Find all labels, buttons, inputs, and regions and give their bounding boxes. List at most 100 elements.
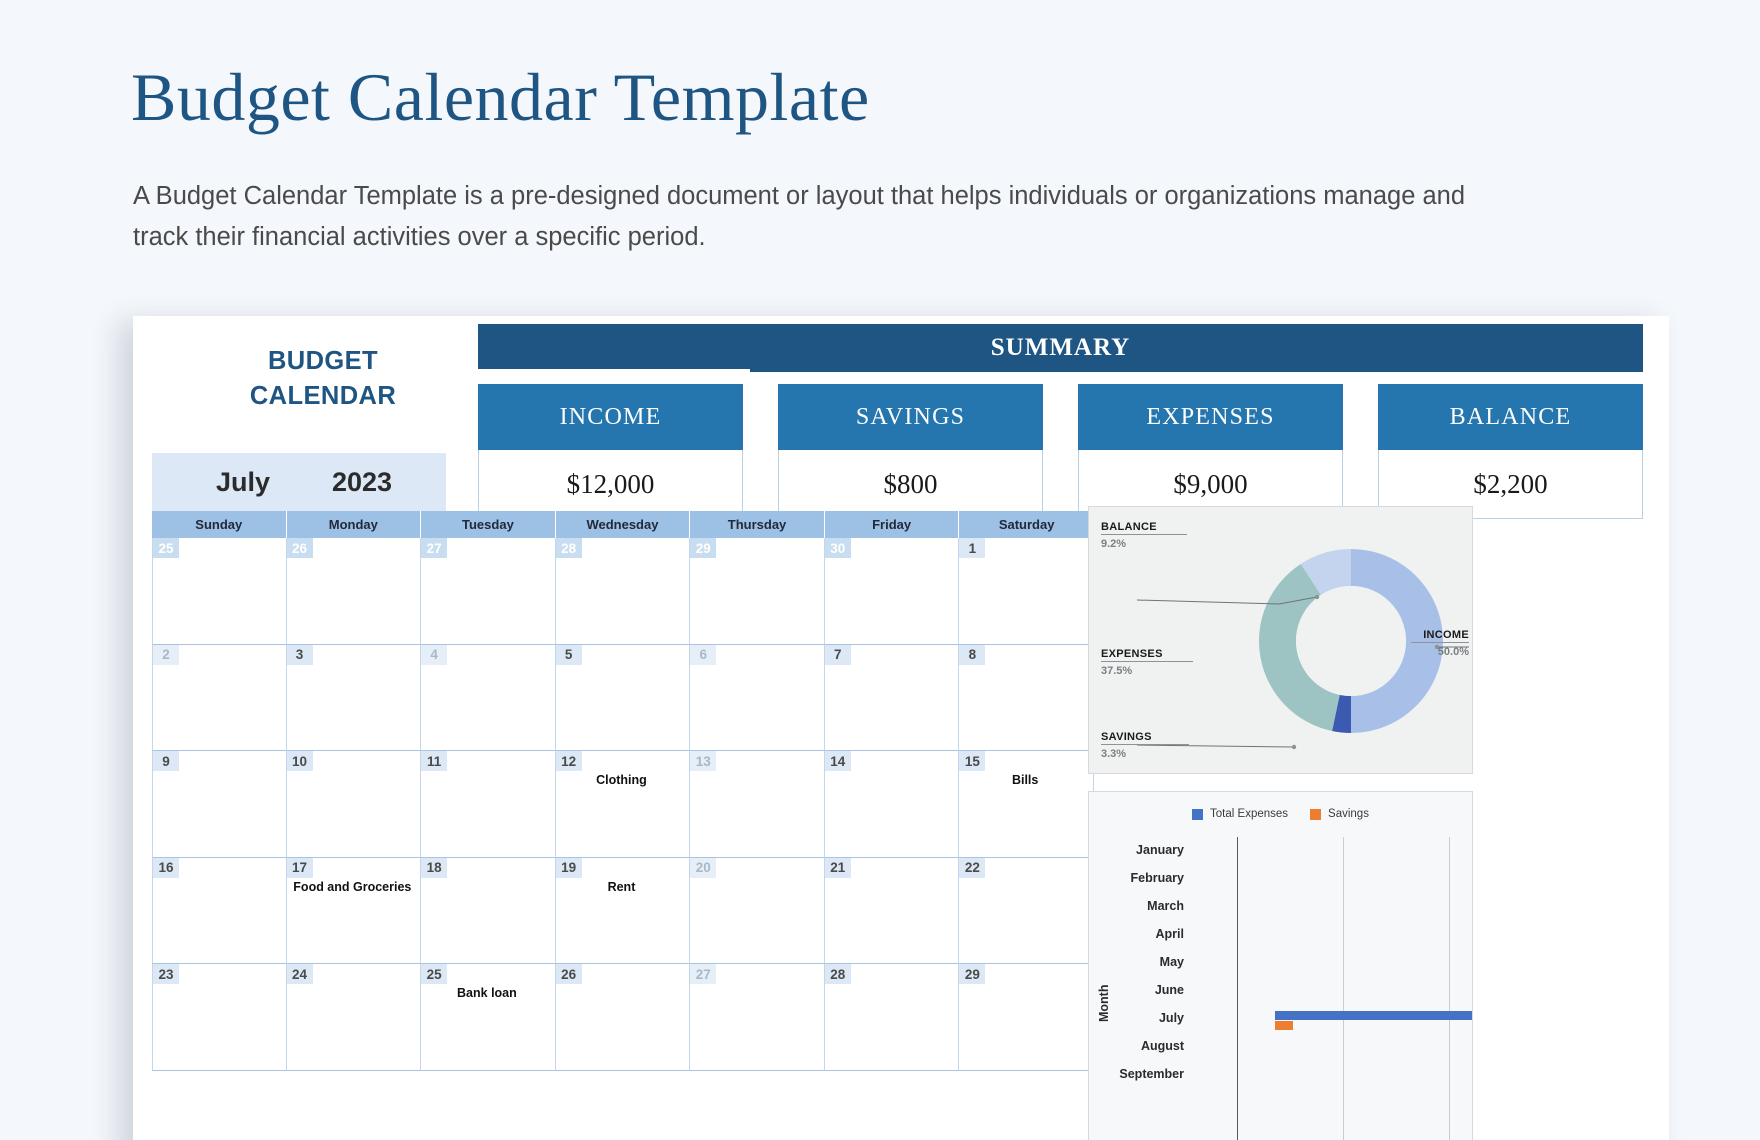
weekday-header-friday: Friday bbox=[824, 511, 960, 538]
calendar-day-cell[interactable]: 28 bbox=[555, 538, 691, 645]
calendar-day-number: 25 bbox=[153, 538, 179, 558]
weekday-header-row: Sunday Monday Tuesday Wednesday Thursday Frid… bbox=[152, 511, 1094, 538]
calendar-day-number: 24 bbox=[286, 964, 313, 984]
calendar-day-cell[interactable]: 8 bbox=[959, 644, 1094, 751]
calendar-day-number: 29 bbox=[690, 538, 717, 558]
weekday-header-monday: Monday bbox=[286, 511, 422, 538]
donut-label-expenses-rule bbox=[1101, 661, 1193, 662]
calendar-day-number: 19 bbox=[555, 857, 582, 878]
summary-card-label: EXPENSES bbox=[1078, 384, 1343, 450]
calendar-day-cell[interactable]: 20 bbox=[690, 857, 825, 964]
calendar-day-number: 10 bbox=[286, 751, 313, 771]
calendar-grid: Sunday Monday Tuesday Wednesday Thursday Frid… bbox=[152, 511, 1094, 1071]
calendar-day-number: 11 bbox=[421, 751, 448, 771]
calendar-day-cell[interactable]: 11 bbox=[421, 751, 556, 858]
calendar-day-cell[interactable]: 2 bbox=[152, 644, 287, 751]
calendar-day-cell[interactable]: 27 bbox=[421, 538, 556, 645]
calendar-day-cell[interactable]: 22 bbox=[959, 857, 1094, 964]
calendar-day-cell[interactable]: 13 bbox=[690, 751, 825, 858]
calendar-day-cell[interactable]: 26 bbox=[286, 538, 422, 645]
calendar-day-cell[interactable]: 25 bbox=[152, 538, 287, 645]
donut-label-expenses: EXPENSES 37.5% bbox=[1101, 648, 1193, 677]
calendar-day-number: 29 bbox=[959, 964, 986, 984]
bar-category-label: June bbox=[1154, 983, 1184, 997]
calendar-day-cell[interactable]: 21 bbox=[824, 857, 960, 964]
weekday-header-saturday: Saturday bbox=[959, 511, 1094, 538]
calendar-day-number: 23 bbox=[153, 964, 179, 984]
calendar-day-cell[interactable]: 14 bbox=[824, 751, 960, 858]
calendar-day-cell[interactable]: 24 bbox=[286, 964, 422, 1071]
brand-block: BUDGET CALENDAR bbox=[173, 344, 473, 414]
calendar-day-cell[interactable]: 16 bbox=[152, 857, 287, 964]
calendar-day-cell[interactable]: 5 bbox=[555, 644, 691, 751]
calendar-day-event[interactable]: Clothing bbox=[556, 773, 688, 787]
calendar-day-cell[interactable]: 26 bbox=[555, 964, 691, 1071]
donut-label-income-rule bbox=[1411, 642, 1469, 643]
calendar-day-cell[interactable]: 3 bbox=[286, 644, 422, 751]
calendar-day-cell[interactable]: 6 bbox=[690, 644, 825, 751]
calendar-day-cell[interactable]: 25 Bank loan bbox=[421, 964, 556, 1071]
summary-card-label: INCOME bbox=[478, 384, 743, 450]
month-header[interactable]: July 2023 bbox=[152, 453, 446, 511]
calendar-day-cell[interactable]: 28 bbox=[824, 964, 960, 1071]
calendar-day-number: 7 bbox=[824, 644, 851, 665]
summary-card-value[interactable]: $12,000 bbox=[478, 450, 743, 519]
calendar-day-number: 26 bbox=[555, 964, 582, 984]
summary-card-label: BALANCE bbox=[1378, 384, 1643, 450]
year-label: 2023 bbox=[332, 466, 393, 497]
page-root: Budget Calendar Template A Budget Calend… bbox=[0, 0, 1760, 1140]
brand-line-1: BUDGET bbox=[267, 347, 379, 375]
donut-label-savings-value: 3.3% bbox=[1101, 748, 1127, 760]
calendar-day-cell[interactable]: 12 Clothing bbox=[555, 751, 691, 858]
calendar-day-cell[interactable]: 23 bbox=[152, 964, 287, 1071]
calendar-day-event[interactable]: Bank loan bbox=[421, 986, 553, 1000]
bar-category-label: April bbox=[1155, 927, 1184, 941]
calendar-day-number: 9 bbox=[153, 751, 179, 771]
calendar-day-cell[interactable]: 1 bbox=[959, 538, 1094, 645]
bar-row-april: April bbox=[1127, 921, 1472, 949]
calendar-day-cell[interactable]: 18 bbox=[421, 857, 556, 964]
calendar-day-event[interactable]: Rent bbox=[556, 880, 688, 894]
month-label: July bbox=[216, 466, 271, 497]
calendar-day-event[interactable]: Food and Groceries bbox=[287, 880, 419, 894]
calendar-day-cell[interactable]: 7 bbox=[824, 644, 960, 751]
page-description: A Budget Calendar Template is a pre-desi… bbox=[133, 182, 1466, 251]
summary-card-value[interactable]: $800 bbox=[778, 450, 1043, 519]
bar-total-expenses bbox=[1275, 1011, 1472, 1020]
bar-category-label: September bbox=[1119, 1067, 1184, 1081]
calendar-day-cell[interactable]: 10 bbox=[286, 751, 422, 858]
bar-plot-area: Month January February March April May June Ju… bbox=[1089, 837, 1472, 1140]
calendar-day-number: 27 bbox=[690, 964, 717, 984]
bar-category-label: May bbox=[1159, 955, 1184, 969]
calendar-day-cell[interactable]: 30 bbox=[824, 538, 960, 645]
calendar-day-number: 17 bbox=[286, 857, 313, 878]
calendar-day-cell[interactable]: 15 Bills bbox=[959, 751, 1094, 858]
summary-header-notch bbox=[478, 369, 750, 372]
calendar-week-row: 9 10 11 12 Clothing 13 14 15 Bills bbox=[152, 751, 1094, 858]
weekday-header-wednesday: Wednesday bbox=[555, 511, 691, 538]
calendar-day-cell[interactable]: 4 bbox=[421, 644, 556, 751]
calendar-day-cell[interactable]: 9 bbox=[152, 751, 287, 858]
bar-savings bbox=[1275, 1021, 1293, 1030]
summary-cards: INCOME $12,000 SAVINGS $800 EXPENSES $9,000 BA… bbox=[478, 384, 1643, 519]
calendar-day-cell[interactable]: 27 bbox=[690, 964, 825, 1071]
calendar-day-cell[interactable]: 19 Rent bbox=[555, 857, 691, 964]
bar-category-label: July bbox=[1158, 1011, 1184, 1025]
calendar-day-cell[interactable]: 29 bbox=[690, 538, 825, 645]
calendar-day-cell[interactable]: 29 bbox=[959, 964, 1094, 1071]
donut-label-savings-name: SAVINGS bbox=[1101, 731, 1152, 743]
summary-header: SUMMARY bbox=[478, 324, 1643, 372]
calendar-day-number: 22 bbox=[959, 857, 986, 878]
calendar-day-cell[interactable]: 17 Food and Groceries bbox=[286, 857, 422, 964]
calendar-day-number: 18 bbox=[421, 857, 448, 878]
legend-swatch-total-expenses bbox=[1192, 808, 1204, 820]
donut-label-balance-name: BALANCE bbox=[1101, 521, 1157, 533]
bar-chart-legend: Total Expenses Savings bbox=[1089, 808, 1472, 820]
bar-row-january: January bbox=[1127, 837, 1472, 865]
brand-line-2: CALENDAR bbox=[249, 382, 397, 410]
calendar-day-number: 28 bbox=[824, 964, 851, 984]
bar-row-may: May bbox=[1127, 949, 1472, 977]
summary-card-savings: SAVINGS $800 bbox=[778, 384, 1043, 519]
calendar-day-number: 14 bbox=[824, 751, 851, 771]
calendar-day-event[interactable]: Bills bbox=[959, 773, 1091, 787]
